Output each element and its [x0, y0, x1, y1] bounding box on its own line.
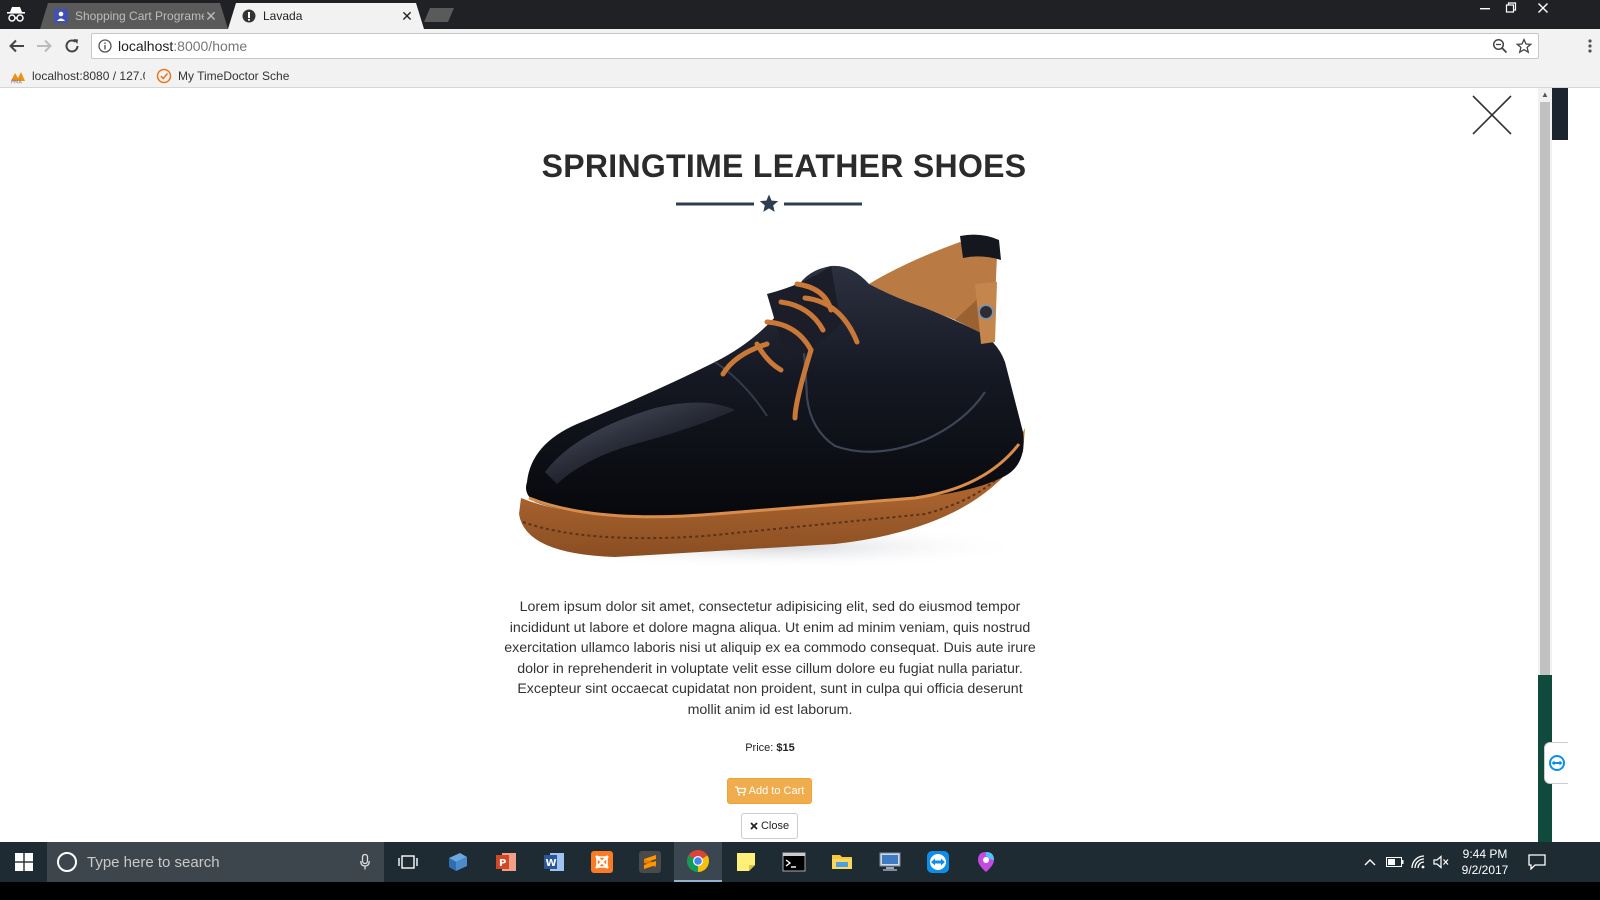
shopping-cart-icon	[734, 786, 746, 796]
product-description: Lorem ipsum dolor sit amet, consectetur …	[504, 599, 1036, 718]
tab-close-icon[interactable]: ✕	[400, 9, 414, 23]
modal-close-x-icon[interactable]	[1471, 94, 1513, 136]
add-to-cart-button[interactable]: Add to Cart	[727, 778, 812, 804]
tab-title: Shopping Cart Programe	[75, 9, 204, 23]
taskbar-search-box[interactable]: Type here to search	[47, 842, 384, 882]
windows-taskbar: Type here to search P W 9:44 PM 9/2/2017	[0, 842, 1600, 882]
command-prompt-icon[interactable]	[770, 842, 818, 882]
file-transfer-app-icon[interactable]	[434, 842, 482, 882]
product-image-shoe	[505, 232, 1035, 574]
wifi-icon[interactable]	[1408, 842, 1430, 882]
bookmark-label: My TimeDoctor Sche	[178, 68, 290, 83]
cortana-icon	[57, 852, 77, 872]
bookmark-timedoctor[interactable]: My TimeDoctor Sche	[156, 67, 290, 84]
minimize-icon[interactable]	[1472, 0, 1498, 18]
tab-lavada[interactable]: Lavada ✕	[228, 3, 424, 29]
price-label: Price:	[745, 742, 774, 754]
teamviewer-icon	[1548, 755, 1565, 771]
tab-shopping-cart[interactable]: Shopping Cart Programe ✕	[40, 3, 228, 29]
user-favicon-icon	[54, 9, 68, 23]
tab-close-icon[interactable]: ✕	[204, 9, 218, 23]
window-close-icon[interactable]	[1530, 0, 1556, 18]
system-clock[interactable]: 9:44 PM 9/2/2017	[1455, 846, 1515, 878]
task-view-icon[interactable]	[384, 842, 432, 882]
file-explorer-icon[interactable]	[818, 842, 866, 882]
teamviewer-panel-tab[interactable]	[1544, 742, 1568, 784]
search-placeholder: Type here to search	[87, 853, 220, 871]
new-tab-button[interactable]	[424, 8, 454, 22]
browser-menu-icon[interactable]	[1588, 39, 1592, 58]
close-label: Close	[760, 820, 790, 832]
sticky-notes-icon[interactable]	[722, 842, 770, 882]
zoom-icon[interactable]	[1492, 38, 1508, 59]
svg-text:P: P	[499, 858, 506, 869]
bookmarks-bar: PMA localhost:8080 / 127.0 My TimeDoctor…	[0, 63, 1600, 88]
restore-icon[interactable]	[1498, 0, 1524, 18]
bookmark-label: localhost:8080 / 127.0	[32, 68, 145, 83]
add-to-cart-label: Add to Cart	[748, 785, 805, 797]
show-hidden-icons-chevron-icon[interactable]	[1360, 842, 1380, 882]
scroll-up-arrow-icon[interactable]: ▲	[1538, 88, 1552, 102]
sublime-text-icon[interactable]	[626, 842, 674, 882]
powerpoint-icon[interactable]: P	[482, 842, 530, 882]
screen-bottom-edge	[0, 882, 1600, 900]
word-icon[interactable]: W	[530, 842, 578, 882]
svg-text:PMA: PMA	[11, 79, 22, 84]
action-center-icon[interactable]	[1524, 842, 1550, 882]
maps-pin-icon[interactable]	[962, 842, 1010, 882]
timedoctor-check-icon	[156, 68, 172, 84]
close-button[interactable]: Close	[741, 813, 798, 839]
browser-tab-bar: Shopping Cart Programe ✕ Lavada ✕	[0, 0, 1600, 29]
url-host: localhost	[118, 38, 174, 54]
close-x-icon	[750, 822, 758, 830]
windows-start-icon[interactable]	[0, 842, 47, 882]
star-icon	[759, 194, 779, 212]
microphone-icon[interactable]	[360, 853, 370, 875]
reload-icon[interactable]	[62, 36, 82, 56]
browser-toolbar: localhost:8000/home	[0, 29, 1600, 63]
product-price: Price: $15	[0, 742, 1540, 754]
chrome-icon[interactable]	[674, 842, 722, 882]
phpmyadmin-icon: PMA	[10, 68, 26, 84]
address-bar[interactable]: localhost:8000/home	[91, 33, 1539, 59]
page-favicon-icon	[242, 9, 256, 23]
svg-text:W: W	[546, 858, 557, 869]
product-title: SPRINGTIME LEATHER SHOES	[541, 148, 1027, 184]
bookmark-phpmyadmin[interactable]: PMA localhost:8080 / 127.0	[10, 67, 145, 84]
forward-arrow-icon[interactable]	[34, 36, 54, 56]
site-info-icon[interactable]	[98, 39, 112, 53]
url-path: :8000/home	[173, 38, 248, 54]
incognito-icon	[4, 4, 28, 26]
tab-title: Lavada	[263, 9, 303, 23]
teamviewer-taskbar-icon[interactable]	[914, 842, 962, 882]
price-value: $15	[776, 742, 795, 754]
clock-time: 9:44 PM	[1462, 847, 1508, 861]
background-window-edge	[1552, 88, 1568, 140]
page-viewport: SPRINGTIME LEATHER SHOES Lorem ipsum dol…	[0, 88, 1568, 860]
title-divider	[676, 194, 862, 214]
remote-desktop-icon[interactable]	[866, 842, 914, 882]
xampp-icon[interactable]	[578, 842, 626, 882]
volume-muted-icon[interactable]	[1430, 842, 1452, 882]
clock-date: 9/2/2017	[1461, 863, 1509, 877]
scroll-thumb[interactable]	[1540, 102, 1550, 682]
battery-icon[interactable]	[1384, 842, 1406, 882]
back-arrow-icon[interactable]	[7, 36, 27, 56]
bookmark-star-icon[interactable]	[1515, 37, 1533, 59]
url-text: localhost:8000/home	[118, 38, 247, 54]
